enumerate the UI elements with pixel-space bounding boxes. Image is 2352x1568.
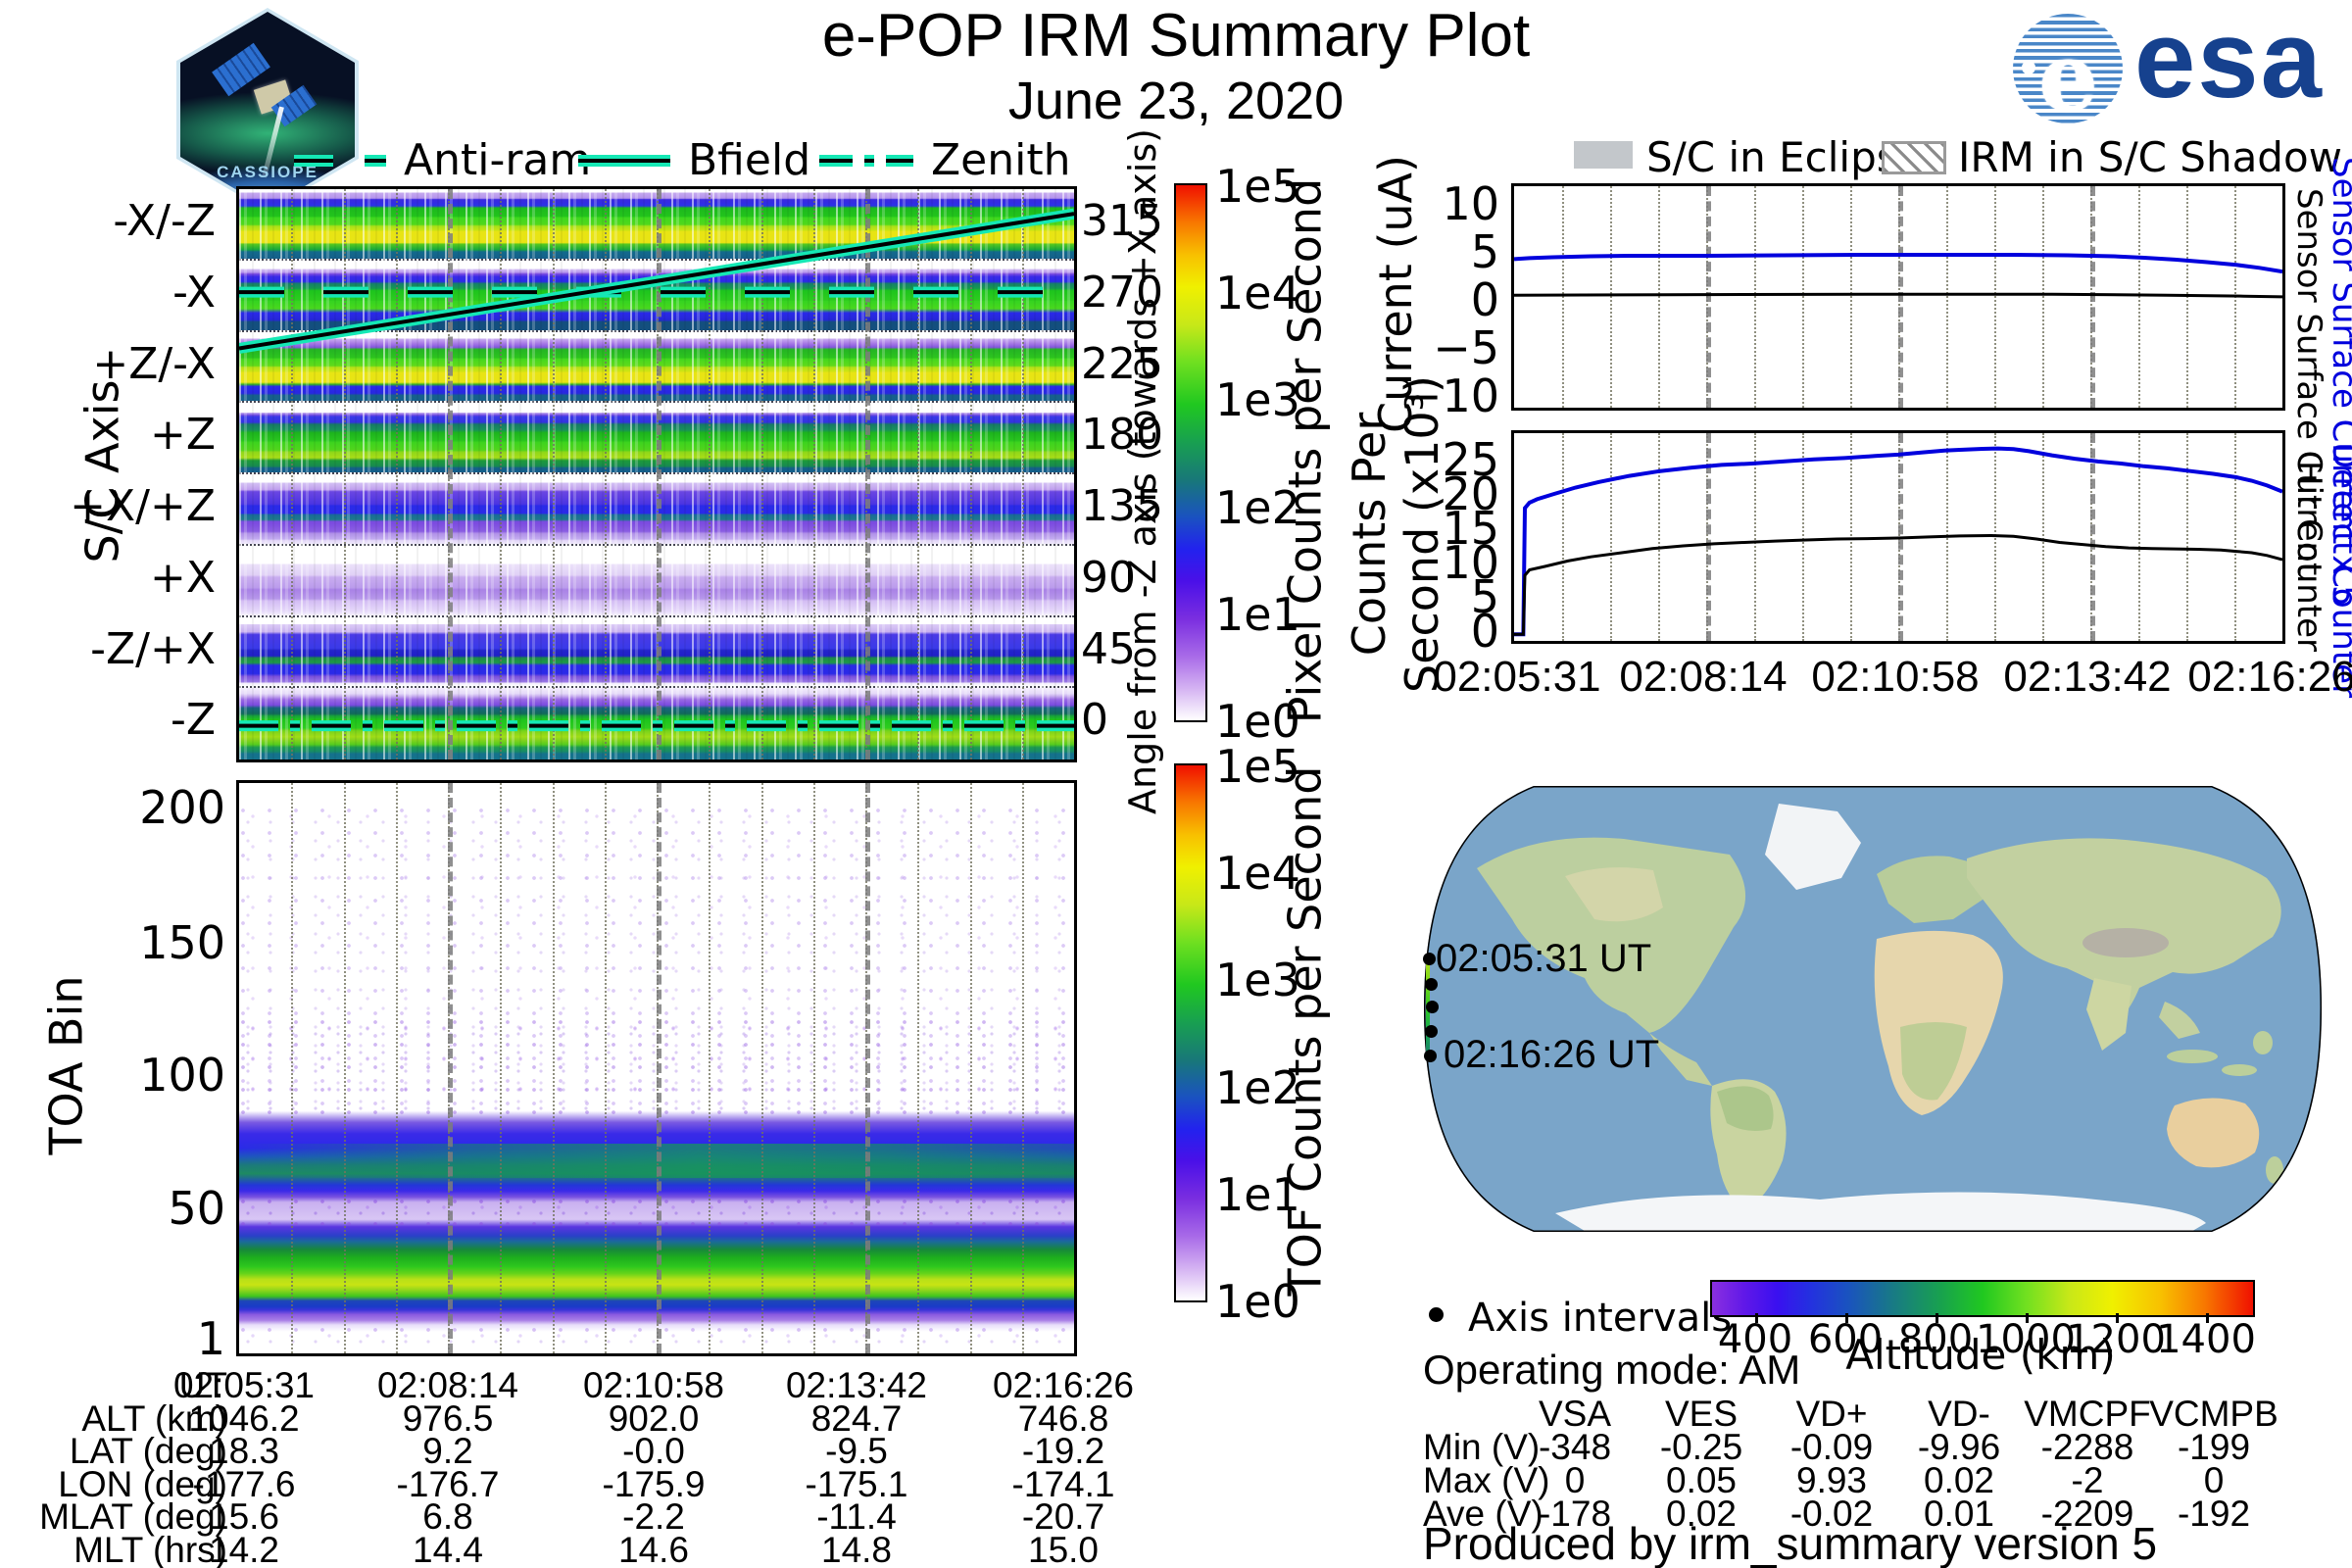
current-ytick: 0 xyxy=(1470,273,1499,326)
band-label: +X/+Z xyxy=(70,481,216,531)
ephemeris-row-label: MLT (hrs) xyxy=(74,1530,227,1568)
attitude-overlay-lines xyxy=(239,208,1074,732)
current-chart xyxy=(1511,183,2285,411)
ephemeris-cell: 15.0 xyxy=(1027,1530,1100,1568)
band-label: -X xyxy=(172,267,216,318)
track-interval-dot xyxy=(1425,1025,1438,1038)
altitude-tickmark xyxy=(2026,1313,2029,1323)
toa-ylabel: TOA Bin xyxy=(40,975,93,1155)
world-map xyxy=(1418,780,2328,1238)
time-tick-label: 02:13:42 xyxy=(2003,653,2172,701)
ephemeris-cell: 14.6 xyxy=(617,1530,690,1568)
grid-line-minor xyxy=(760,783,763,1353)
track-interval-dot xyxy=(1424,1050,1437,1062)
band-label: +X xyxy=(149,552,216,603)
page-title: e-POP IRM Summary Plot xyxy=(821,2,1531,70)
grid-line-minor xyxy=(1021,783,1024,1353)
anti-ram-legend-label: Anti-ram xyxy=(404,135,592,185)
grid-line-minor xyxy=(552,783,555,1353)
track-interval-dot xyxy=(1426,1001,1439,1013)
grid-line-minor xyxy=(343,783,346,1353)
grid-line-minor xyxy=(812,783,815,1353)
toa-tick-label: 200 xyxy=(139,780,225,834)
esa-logo-text: esa xyxy=(2134,0,2324,121)
grid-line-major xyxy=(865,783,870,1353)
pixel-counts-colorbar xyxy=(1174,183,1207,722)
altitude-tickmark xyxy=(2206,1313,2209,1323)
zenith-legend-label: Zenith xyxy=(931,135,1071,185)
shadow-legend-label: IRM in S/C Shadow xyxy=(1958,133,2343,181)
grid-line-minor xyxy=(395,783,398,1353)
current-ytick: 5 xyxy=(1470,225,1499,278)
ephemeris-cell: 14.4 xyxy=(412,1530,484,1568)
anti-ram-line-sample xyxy=(294,155,386,167)
voltage-cell: -192 xyxy=(2177,1494,2251,1534)
toa-tick-label: 50 xyxy=(168,1182,225,1236)
band-label: -Z xyxy=(170,695,216,746)
band-label: -X/-Z xyxy=(113,196,216,246)
altitude-tickmark xyxy=(1755,1313,1758,1323)
page-title-block: e-POP IRM Summary Plot June 23, 2020 xyxy=(686,2,1666,131)
footer-text: Produced by irm_summary version 5 xyxy=(1423,1518,2158,1568)
track-end-label: 02:16:26 UT xyxy=(1444,1033,1660,1076)
current-ytick: 10 xyxy=(1442,177,1499,230)
current-ytick: −5 xyxy=(1433,321,1499,374)
band-label: +Z/-X xyxy=(92,338,216,389)
altitude-colorbar xyxy=(1710,1280,2255,1317)
zenith-line-sample xyxy=(819,155,913,167)
esa-globe-icon: e xyxy=(2013,14,2123,123)
cassiope-patch-art: CASSIOPE xyxy=(180,12,355,208)
counts-ytick: 0 xyxy=(1470,605,1499,658)
ephemeris-cell: 14.2 xyxy=(208,1530,280,1568)
track-start-label: 02:05:31 UT xyxy=(1436,937,1652,980)
axis-interval-dot-icon xyxy=(1429,1307,1444,1322)
sc-axis-band-labels: -X/-Z -X +Z/-X +Z +X/+Z +X -Z/+X -Z xyxy=(20,186,227,757)
grid-line-minor xyxy=(500,783,503,1353)
grid-line-minor xyxy=(604,783,607,1353)
toa-tick-label: 1 xyxy=(196,1311,225,1365)
band-label: +Z xyxy=(149,410,216,461)
altitude-tickmark xyxy=(2116,1313,2119,1323)
track-interval-dot xyxy=(1423,953,1436,965)
grid-line-minor xyxy=(917,783,920,1353)
grid-line-minor xyxy=(969,783,972,1353)
operating-mode: Operating mode: AM xyxy=(1423,1347,1801,1393)
hit-counter-label: Hit Counter xyxy=(2289,461,2328,653)
sc-axis-spectrogram xyxy=(236,186,1077,762)
altitude-tickmark xyxy=(1845,1313,1848,1323)
toa-tick-label: 150 xyxy=(139,915,225,969)
time-tick-label: 02:10:58 xyxy=(1811,653,1980,701)
time-tick-label: 02:08:14 xyxy=(1619,653,1788,701)
shadow-legend-swatch xyxy=(1882,141,1946,174)
irm-summary-page: CASSIOPE e-POP IRM Summary Plot June 23,… xyxy=(0,0,2352,1568)
axis-intervals-label: Axis intervals xyxy=(1468,1296,1733,1341)
time-tick-label: 02:16:26 xyxy=(2187,653,2352,701)
pixel-counts-colorbar-label: Pixel Counts per Second xyxy=(1278,177,1332,724)
grid-line-minor xyxy=(709,783,711,1353)
toa-tick-label: 100 xyxy=(139,1048,225,1102)
tof-counts-colorbar-label: TOF Counts per Second xyxy=(1278,765,1331,1297)
angle-tick-label: 0 xyxy=(1081,695,1108,746)
grid-line-major xyxy=(448,783,453,1353)
band-label: -Z/+X xyxy=(90,623,216,674)
altitude-tickmark xyxy=(1936,1313,1938,1323)
grid-line-minor xyxy=(291,783,294,1353)
time-tick-label: 02:05:31 xyxy=(1433,653,1601,701)
bfield-line-sample xyxy=(578,155,670,167)
toa-spectrogram xyxy=(236,780,1077,1356)
bfield-legend-label: Bfield xyxy=(688,135,811,185)
angle-axis-label: Angle from -Z axis (towards +X axis) xyxy=(1121,128,1164,814)
tof-counts-colorbar xyxy=(1174,763,1207,1302)
cassiope-mission-patch: CASSIOPE xyxy=(176,8,359,212)
counts-chart xyxy=(1511,430,2285,644)
eclipse-legend-swatch xyxy=(1574,141,1633,169)
ephemeris-cell: 14.8 xyxy=(820,1530,893,1568)
grid-line-major xyxy=(657,783,662,1353)
page-date: June 23, 2020 xyxy=(1007,72,1345,130)
